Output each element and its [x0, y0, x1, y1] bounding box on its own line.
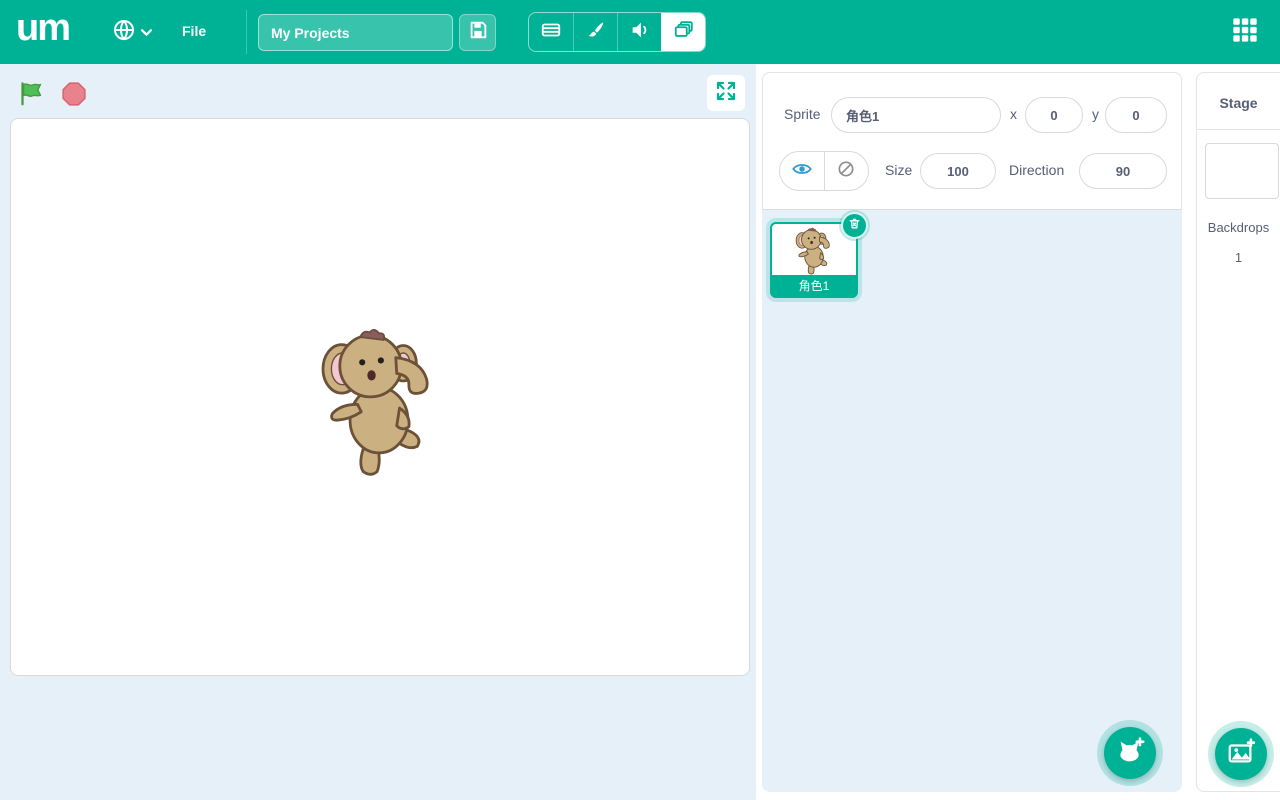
globe-icon: [112, 18, 136, 47]
sound-button[interactable]: [617, 13, 661, 51]
add-backdrop-icon: [1226, 737, 1256, 772]
x-position-input[interactable]: [1025, 97, 1083, 133]
backdrop-thumbnail[interactable]: [1205, 143, 1279, 199]
direction-input[interactable]: [1079, 153, 1167, 189]
sprite-label: Sprite: [784, 106, 821, 122]
sprite-panel: Sprite x y Size Direction 角色1: [762, 72, 1182, 792]
project-name-input[interactable]: [258, 14, 453, 51]
save-button[interactable]: [459, 14, 496, 51]
apps-menu-button[interactable]: [1230, 17, 1260, 47]
stage-pane-title: Stage: [1197, 95, 1280, 111]
sprite-card-name: 角色1: [772, 275, 856, 296]
speaker-icon: [629, 19, 651, 46]
sprite-info-card: Sprite x y Size Direction: [762, 72, 1182, 210]
show-sprite-button[interactable]: [780, 152, 825, 190]
sprite-thumbnail: [789, 225, 839, 277]
stage-view-button[interactable]: [529, 13, 573, 51]
trash-icon: [848, 217, 861, 235]
sprite-card[interactable]: 角色1: [770, 222, 858, 298]
stages-layers-button[interactable]: [661, 13, 705, 51]
apps-grid-icon: [1231, 16, 1259, 49]
eye-slash-icon: [836, 159, 856, 184]
direction-label: Direction: [1009, 162, 1064, 178]
green-flag-icon: [18, 94, 45, 111]
paint-button[interactable]: [573, 13, 617, 51]
delete-sprite-button[interactable]: [841, 212, 868, 239]
size-label: Size: [885, 162, 912, 178]
stage-section: [0, 64, 756, 800]
add-sprite-button[interactable]: [1104, 727, 1156, 779]
topbar-divider: [246, 10, 247, 54]
app-logo[interactable]: um: [16, 8, 69, 50]
size-input[interactable]: [920, 153, 996, 189]
add-backdrop-button[interactable]: [1215, 728, 1267, 780]
y-label: y: [1092, 106, 1099, 122]
language-button[interactable]: [112, 18, 164, 46]
caret-down-icon: [141, 23, 152, 41]
stop-icon: [61, 94, 87, 111]
eye-icon: [791, 158, 813, 185]
backdrops-label: Backdrops: [1197, 220, 1280, 235]
editor-toolbar: [528, 12, 706, 52]
topbar: um File: [0, 0, 1280, 64]
fullscreen-icon: [714, 79, 738, 108]
elephant-sprite[interactable]: [309, 317, 449, 487]
hide-sprite-button[interactable]: [825, 152, 869, 190]
fullscreen-button[interactable]: [707, 75, 745, 111]
visibility-toggle: [779, 151, 869, 191]
stage-canvas: [10, 118, 750, 676]
x-label: x: [1010, 106, 1017, 122]
brush-icon: [585, 19, 607, 46]
y-position-input[interactable]: [1105, 97, 1167, 133]
file-menu[interactable]: File: [182, 23, 206, 39]
stop-button[interactable]: [61, 81, 87, 107]
save-icon: [467, 19, 489, 46]
sprite-name-input[interactable]: [831, 97, 1001, 133]
backdrops-count: 1: [1197, 250, 1280, 265]
stage-selector-pane[interactable]: Stage Backdrops 1: [1196, 72, 1280, 792]
stage-pane-divider: [1197, 129, 1280, 130]
green-flag-button[interactable]: [18, 80, 45, 107]
stage-icon: [540, 19, 562, 46]
add-sprite-cat-icon: [1115, 736, 1145, 771]
layers-icon: [673, 19, 695, 46]
